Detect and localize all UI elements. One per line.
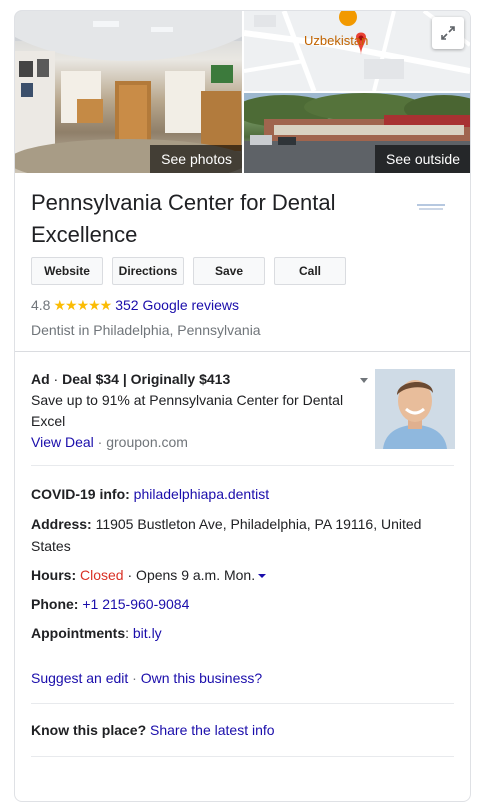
hours-status: Closed: [80, 567, 124, 583]
ad-image[interactable]: [375, 369, 455, 449]
knowledge-panel: See photos Uzbekistan See outside Pennsy…: [14, 10, 471, 802]
divider: [31, 465, 454, 466]
photo-strip: See photos Uzbekistan See outside: [15, 11, 470, 173]
rating-value: 4.8: [31, 297, 51, 313]
expand-map-button[interactable]: [432, 17, 464, 49]
map-place-label: Uzbekistan: [304, 33, 369, 48]
own-business-link[interactable]: Own this business?: [141, 670, 262, 686]
business-logo: [417, 201, 445, 213]
exterior-photo[interactable]: See outside: [244, 93, 470, 173]
divider: [31, 703, 454, 704]
action-buttons: Website Directions Save Call: [31, 257, 355, 285]
share-info-link[interactable]: Share the latest info: [150, 722, 275, 738]
divider: [31, 756, 454, 757]
phone-label: Phone:: [31, 596, 79, 612]
divider: [15, 351, 470, 352]
phone-link[interactable]: +1 215-960-9084: [82, 596, 189, 612]
reviews-link[interactable]: 352 Google reviews: [115, 297, 239, 313]
hours-toggle[interactable]: Closed · Opens 9 a.m. Mon.: [80, 567, 267, 583]
ad-label: Ad: [31, 371, 50, 387]
hours-row: Hours: Closed · Opens 9 a.m. Mon.: [31, 564, 431, 586]
covid-info-row: COVID-19 info: philadelphiapa.dentist: [31, 483, 431, 505]
directions-button[interactable]: Directions: [112, 257, 184, 285]
edit-row: Suggest an edit · Own this business?: [31, 667, 431, 689]
appointments-label: Appointments: [31, 625, 126, 641]
map-thumbnail[interactable]: Uzbekistan: [244, 11, 470, 91]
hours-next-open: · Opens 9 a.m. Mon.: [123, 567, 256, 583]
footer-dot: ·: [128, 670, 141, 686]
appointments-row: Appointments: bit.ly: [31, 625, 162, 641]
business-name: Pennsylvania Center for Dental Excellenc…: [31, 190, 336, 247]
ad-description: Save up to 91% at Pennsylvania Center fo…: [31, 392, 344, 429]
expand-icon: [441, 26, 455, 40]
phone-row: Phone: +1 215-960-9084: [31, 593, 431, 615]
website-button[interactable]: Website: [31, 257, 103, 285]
star-rating-icon: ★★★★★: [53, 297, 112, 313]
save-button[interactable]: Save: [193, 257, 265, 285]
know-place-row: Know this place? Share the latest info: [31, 719, 431, 741]
ad-separator: ·: [49, 371, 63, 387]
interior-photo[interactable]: See photos: [15, 11, 242, 173]
view-deal-link[interactable]: View Deal: [31, 434, 94, 450]
address-row: Address: 11905 Bustleton Ave, Philadelph…: [31, 513, 431, 557]
ad-headline[interactable]: Deal $34 | Originally $413: [62, 371, 230, 387]
call-button[interactable]: Call: [274, 257, 346, 285]
covid-link[interactable]: philadelphiapa.dentist: [134, 486, 269, 502]
person-photo: [375, 369, 455, 449]
rating-row: 4.8 ★★★★★ 352 Google reviews: [31, 295, 239, 315]
business-category: Dentist in Philadelphia, Pennsylvania: [31, 322, 261, 338]
ad-block: Ad · Deal $34 | Originally $413 Save up …: [31, 369, 361, 453]
hours-label: Hours:: [31, 567, 77, 583]
see-outside-label[interactable]: See outside: [375, 145, 470, 173]
see-photos-label[interactable]: See photos: [150, 145, 242, 173]
suggest-edit-link[interactable]: Suggest an edit: [31, 670, 128, 686]
ad-source: · groupon.com: [93, 434, 188, 450]
appointments-link[interactable]: bit.ly: [133, 625, 162, 641]
covid-label: COVID-19 info:: [31, 486, 130, 502]
ad-menu-chevron-down-icon[interactable]: [360, 378, 368, 383]
address-label: Address:: [31, 516, 92, 532]
hours-chevron-down-icon[interactable]: [258, 574, 267, 579]
know-place-label: Know this place?: [31, 722, 147, 738]
